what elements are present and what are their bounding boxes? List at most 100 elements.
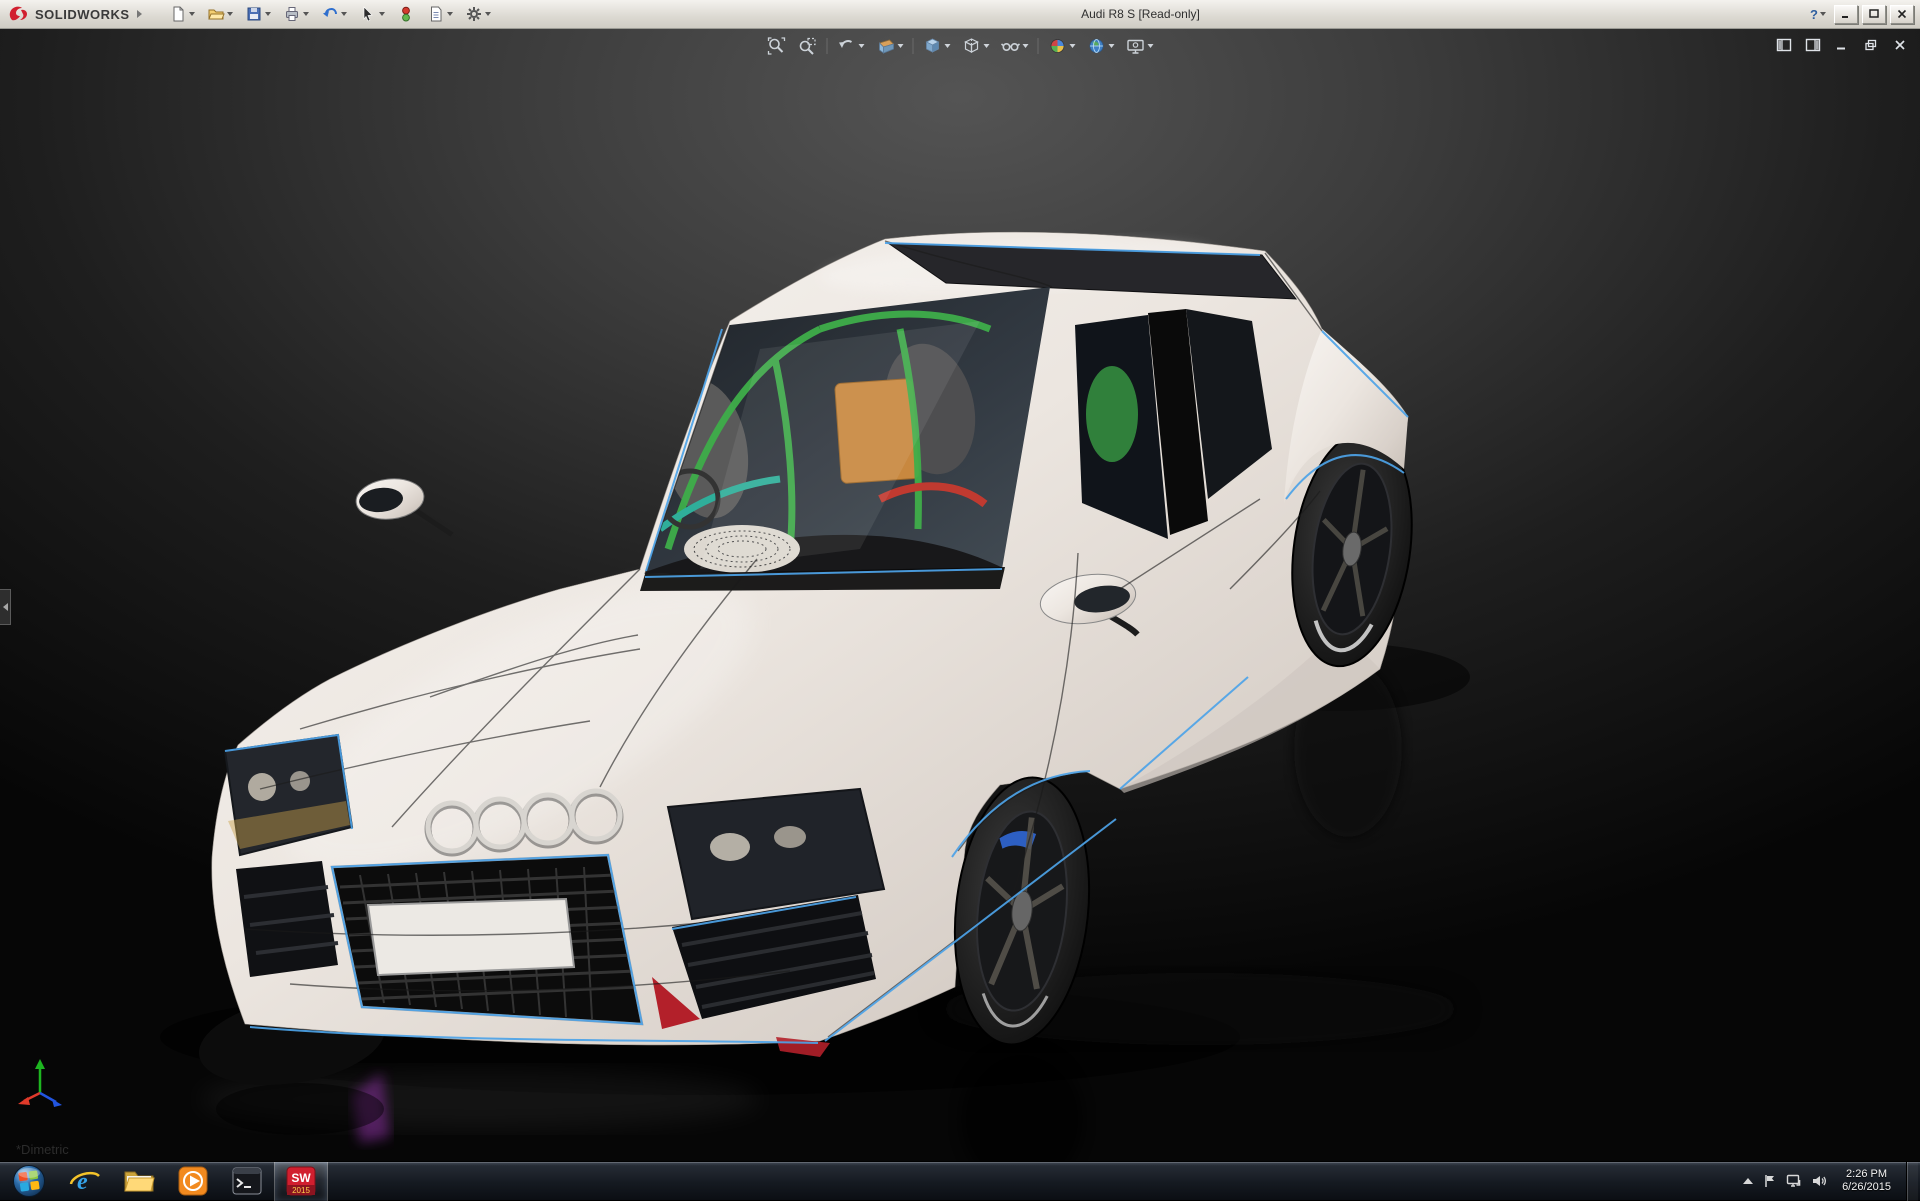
open-folder-icon [207, 5, 225, 23]
document-window-controls [1772, 35, 1912, 54]
document-restore-button[interactable] [1859, 35, 1883, 54]
help-button[interactable]: ? [1806, 6, 1830, 23]
close-icon [1897, 9, 1907, 19]
network-icon [1786, 1174, 1802, 1188]
document-close-icon [1893, 39, 1907, 51]
apply-scene-globe-icon [1087, 36, 1107, 56]
maximize-button[interactable] [1862, 5, 1886, 24]
pane-right-icon [1805, 38, 1821, 52]
command-prompt-icon [230, 1164, 264, 1198]
clock-time: 2:26 PM [1842, 1168, 1891, 1181]
open-button[interactable] [204, 3, 236, 25]
display-style-button[interactable] [960, 35, 992, 57]
hide-show-items-button[interactable] [999, 35, 1031, 57]
rebuild-traffic-light-icon [397, 5, 415, 23]
hidden-icons-button[interactable] [1742, 1176, 1754, 1186]
undo-button[interactable] [318, 3, 350, 25]
system-tray: 2:26 PM 6/26/2015 [1742, 1162, 1920, 1201]
svg-text:SW: SW [291, 1171, 311, 1185]
show-desktop-button[interactable] [1906, 1162, 1918, 1201]
taskbar-clock[interactable]: 2:26 PM 6/26/2015 [1836, 1168, 1897, 1194]
hide-show-items-glasses-icon [1001, 36, 1021, 56]
maximize-icon [1869, 9, 1879, 19]
coordinate-triad [18, 1055, 78, 1115]
toolbar-separator [1038, 38, 1039, 54]
view-settings-button[interactable] [1124, 35, 1156, 57]
taskbar-item-internet-explorer[interactable]: e [58, 1162, 112, 1201]
save-button[interactable] [242, 3, 274, 25]
document-close-button[interactable] [1888, 35, 1912, 54]
toolbar-separator [913, 38, 914, 54]
front-grille[interactable] [332, 855, 642, 1024]
hidden-icons-arrow-icon [1742, 1176, 1754, 1186]
collapse-arrow-icon [3, 603, 8, 611]
car-model[interactable] [193, 232, 1426, 1097]
new-document-button[interactable] [166, 3, 198, 25]
solidworks-2015-icon: SW 2015 [284, 1164, 318, 1198]
folder-icon [122, 1164, 156, 1198]
license-plate [368, 899, 574, 975]
zoom-to-area-button[interactable] [796, 35, 820, 57]
graphics-area[interactable]: *Dimetric [0, 29, 1920, 1161]
clock-date: 6/26/2015 [1842, 1181, 1891, 1194]
file-properties-icon [427, 5, 445, 23]
panel-collapse-tab[interactable] [0, 589, 11, 625]
file-properties-button[interactable] [424, 3, 456, 25]
speaker-icon [1811, 1174, 1827, 1188]
action-center-button[interactable] [1763, 1174, 1777, 1188]
file-toolbar [166, 3, 494, 25]
help-label: ? [1810, 7, 1818, 22]
app-name: SOLIDWORKS [35, 7, 130, 22]
start-button[interactable] [0, 1162, 58, 1201]
edit-appearance-button[interactable] [1046, 35, 1078, 57]
minimize-button[interactable] [1834, 5, 1858, 24]
media-player-icon [176, 1164, 210, 1198]
previous-view-icon [837, 36, 857, 56]
internet-explorer-icon: e [68, 1164, 102, 1198]
pane-right-button[interactable] [1801, 35, 1825, 54]
heads-up-toolbar [765, 35, 1156, 57]
options-gear-icon [465, 5, 483, 23]
undo-icon [321, 5, 339, 23]
window-title: Audi R8 S [Read-only] [1081, 0, 1200, 29]
document-minimize-button[interactable] [1830, 35, 1854, 54]
section-view-button[interactable] [874, 35, 906, 57]
document-minimize-icon [1835, 39, 1849, 51]
view-orientation-button[interactable] [921, 35, 953, 57]
solidworks-logo-icon [8, 4, 30, 24]
zoom-to-fit-button[interactable] [765, 35, 789, 57]
close-button[interactable] [1890, 5, 1914, 24]
previous-view-button[interactable] [835, 35, 867, 57]
cage-through-window [1086, 366, 1138, 462]
zoom-to-area-icon [798, 36, 818, 56]
network-button[interactable] [1786, 1174, 1802, 1188]
print-button[interactable] [280, 3, 312, 25]
taskbar: e SW 2015 [0, 1161, 1920, 1200]
left-intake[interactable] [236, 861, 338, 977]
titlebar-controls: ? [1806, 5, 1920, 24]
minimize-icon [1841, 9, 1851, 19]
svg-text:2015: 2015 [292, 1186, 310, 1195]
apply-scene-button[interactable] [1085, 35, 1117, 57]
view-settings-icon [1126, 36, 1146, 56]
view-orientation-icon [923, 36, 943, 56]
options-button[interactable] [462, 3, 494, 25]
pane-left-button[interactable] [1772, 35, 1796, 54]
menu-expand-arrow-icon[interactable] [137, 10, 142, 18]
display-style-icon [962, 36, 982, 56]
volume-button[interactable] [1811, 1174, 1827, 1188]
model-scene[interactable] [0, 29, 1920, 1161]
select-button[interactable] [356, 3, 388, 25]
solidworks-logo: SOLIDWORKS [0, 4, 152, 24]
taskbar-item-command-prompt[interactable] [220, 1162, 274, 1201]
rebuild-button[interactable] [394, 3, 418, 25]
taskbar-item-solidworks-2015[interactable]: SW 2015 [274, 1162, 328, 1201]
print-icon [283, 5, 301, 23]
taskbar-item-file-explorer[interactable] [112, 1162, 166, 1201]
taskbar-item-media-player[interactable] [166, 1162, 220, 1201]
zoom-to-fit-icon [767, 36, 787, 56]
edit-appearance-sphere-icon [1048, 36, 1068, 56]
windows-start-orb-icon [12, 1164, 46, 1198]
left-mirror[interactable] [354, 473, 452, 544]
document-restore-icon [1864, 39, 1878, 51]
